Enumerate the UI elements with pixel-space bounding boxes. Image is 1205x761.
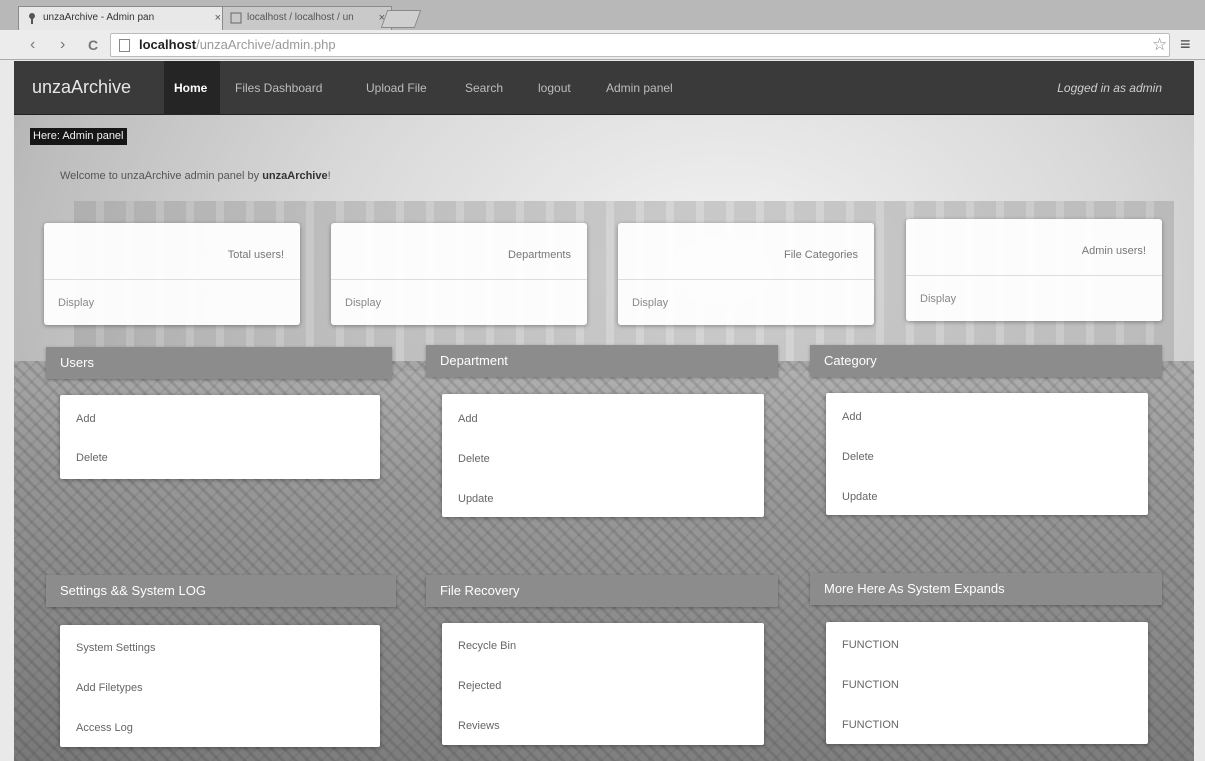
stat-card-display-link[interactable]: Display [331, 279, 587, 325]
nav-search[interactable]: Search [465, 81, 503, 95]
function-link[interactable]: FUNCTION [842, 679, 899, 691]
top-navbar: unzaArchive Home Files Dashboard Upload … [14, 61, 1194, 115]
forward-icon[interactable]: › [60, 35, 65, 55]
add-filetypes-link[interactable]: Add Filetypes [76, 682, 143, 694]
welcome-brand: unzaArchive [262, 170, 328, 182]
breadcrumb: Here: Admin panel [30, 128, 127, 145]
department-add-link[interactable]: Add [458, 413, 478, 425]
function-link[interactable]: FUNCTION [842, 719, 899, 731]
category-update-link[interactable]: Update [842, 491, 877, 503]
system-settings-link[interactable]: System Settings [76, 642, 155, 654]
panel-settings-header: Settings && System LOG [46, 575, 396, 607]
tab-close-icon[interactable]: × [215, 7, 221, 29]
panel-users: Add Delete [60, 395, 380, 479]
users-add-link[interactable]: Add [76, 413, 96, 425]
back-icon[interactable]: ‹ [30, 35, 35, 55]
panel-file-recovery-header: File Recovery [426, 575, 778, 607]
browser-tab-active[interactable]: unzaArchive - Admin pan × [18, 6, 228, 30]
panel-more-header: More Here As System Expands [810, 573, 1162, 605]
stat-card-total-users: Total users! Display [44, 223, 300, 325]
department-update-link[interactable]: Update [458, 493, 493, 505]
new-tab-button[interactable] [380, 10, 422, 28]
users-delete-link[interactable]: Delete [76, 452, 108, 464]
tab-title: localhost / localhost / un [247, 12, 354, 23]
browser-tab-inactive[interactable]: localhost / localhost / un × [222, 6, 392, 30]
panel-category: Add Delete Update [826, 393, 1148, 515]
bookmark-star-icon[interactable]: ☆ [1152, 35, 1167, 55]
nav-admin-panel[interactable]: Admin panel [606, 81, 673, 95]
rejected-link[interactable]: Rejected [458, 680, 501, 692]
access-log-link[interactable]: Access Log [76, 722, 133, 734]
stat-card-title: Admin users! [1081, 245, 1146, 257]
browser-menu-icon[interactable]: ≡ [1180, 34, 1191, 55]
page-content: unzaArchive Home Files Dashboard Upload … [14, 61, 1194, 761]
stat-card-display-link[interactable]: Display [618, 279, 874, 325]
recycle-bin-link[interactable]: Recycle Bin [458, 640, 516, 652]
panel-department-header: Department [426, 345, 778, 377]
nav-files-dashboard[interactable]: Files Dashboard [235, 81, 322, 95]
stat-card-title: Total users! [227, 249, 284, 261]
panel-settings: System Settings Add Filetypes Access Log [60, 625, 380, 747]
page-favicon-icon [29, 13, 35, 24]
stat-card-admin-users: Admin users! Display [906, 219, 1162, 321]
nav-upload-file[interactable]: Upload File [366, 81, 427, 95]
stat-card-file-categories: File Categories Display [618, 223, 874, 325]
category-add-link[interactable]: Add [842, 411, 862, 423]
browser-toolbar: ‹ › C localhost/unzaArchive/admin.php ☆ … [0, 30, 1205, 60]
panel-more: FUNCTION FUNCTION FUNCTION [826, 622, 1148, 744]
page-favicon-icon [230, 12, 242, 24]
url-path: /unzaArchive/admin.php [196, 37, 336, 52]
logged-in-status: Logged in as admin [1057, 81, 1162, 95]
stat-card-title: File Categories [784, 249, 858, 261]
nav-home[interactable]: Home [174, 81, 207, 95]
panel-category-header: Category [810, 345, 1162, 377]
welcome-end: ! [327, 170, 331, 182]
tab-title: unzaArchive - Admin pan [43, 12, 155, 23]
panel-department: Add Delete Update [442, 394, 764, 517]
function-link[interactable]: FUNCTION [842, 639, 899, 651]
url-host: localhost [139, 37, 197, 52]
category-delete-link[interactable]: Delete [842, 451, 874, 463]
browser-tabstrip: unzaArchive - Admin pan × localhost / lo… [0, 0, 1205, 30]
stat-card-title: Departments [508, 249, 571, 261]
welcome-message: Welcome to unzaArchive admin panel by un… [60, 170, 331, 182]
stat-card-departments: Departments Display [331, 223, 587, 325]
reload-icon[interactable]: C [88, 35, 98, 55]
page-icon [119, 39, 130, 52]
department-delete-link[interactable]: Delete [458, 453, 490, 465]
panel-file-recovery: Recycle Bin Rejected Reviews [442, 623, 764, 745]
nav-logout[interactable]: logout [538, 81, 571, 95]
welcome-text: Welcome to unzaArchive admin panel by [60, 170, 263, 182]
stat-card-display-link[interactable]: Display [44, 279, 300, 325]
brand-link[interactable]: unzaArchive [32, 77, 131, 98]
reviews-link[interactable]: Reviews [458, 720, 500, 732]
panel-users-header: Users [46, 347, 392, 379]
address-bar[interactable]: localhost/unzaArchive/admin.php [110, 33, 1170, 57]
stat-card-display-link[interactable]: Display [906, 275, 1162, 321]
